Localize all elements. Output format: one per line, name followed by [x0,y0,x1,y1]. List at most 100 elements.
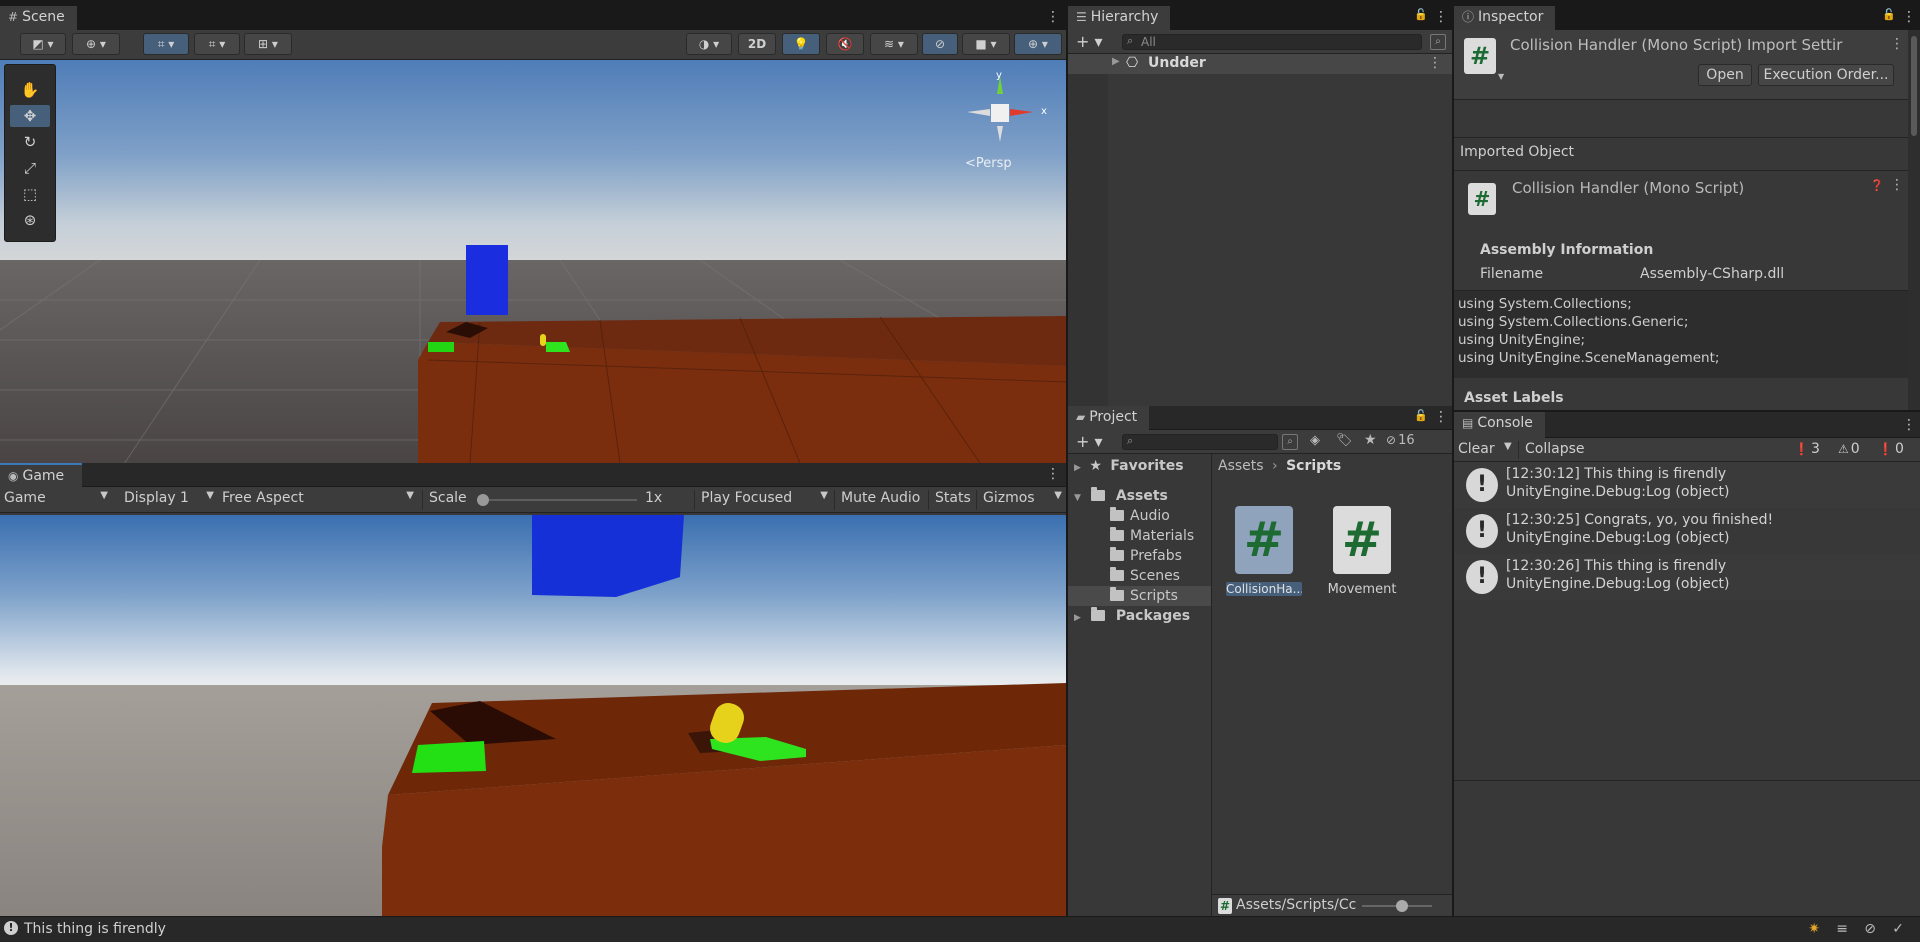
audio-toggle-button[interactable]: 🔇 [826,33,864,55]
project-add-button[interactable]: + ▾ [1076,432,1108,451]
chevron-right-icon[interactable]: ▶ [1074,613,1081,623]
console-entry[interactable]: ! [12:30:25] Congrats, yo, you finished!… [1454,508,1920,554]
console-detail-divider[interactable] [1454,780,1920,781]
console-entry[interactable]: ! [12:30:26] This thing is firendly Unit… [1454,554,1920,600]
chevron-down-icon[interactable]: ▼ [1074,493,1081,503]
error-count-toggle[interactable]: ❗ 0 [1878,441,1918,459]
clear-button[interactable]: Clear ▼ [1458,441,1512,459]
tab-hierarchy[interactable]: ☰ Hierarchy [1068,6,1171,30]
mute-audio-button[interactable]: Mute Audio [834,490,926,510]
lock-icon[interactable]: 🔓 [1414,8,1428,24]
warning-count-toggle[interactable]: ⚠ 0 [1838,441,1878,459]
toggle-2d-button[interactable]: 2D [738,33,776,55]
open-button[interactable]: Open [1698,64,1752,86]
scrollbar-thumb[interactable] [1911,36,1917,136]
stats-button[interactable]: Stats [928,490,978,510]
asset-labels-header[interactable]: Asset Labels [1464,390,1564,406]
scale-tool-button[interactable]: ⤢ [10,157,50,179]
breadcrumb-scripts[interactable]: Scripts [1286,458,1341,474]
scene-row-menu-icon[interactable]: ⋮ [1428,55,1442,71]
effects-button[interactable]: ≋ ▾ [870,33,918,55]
tab-console[interactable]: ▤ Console [1454,412,1545,438]
chevron-down-icon[interactable]: ▼ [1498,72,1504,81]
lighting-toggle-button[interactable]: 💡 [782,33,820,55]
increment-snap-button[interactable]: ⊞ ▾ [244,33,292,55]
move-tool-button[interactable]: ✥ [10,105,50,127]
scale-slider[interactable] [477,494,637,506]
hand-tool-button[interactable]: ✋ [10,79,50,101]
log-count-toggle[interactable]: ❗ 3 [1794,441,1834,459]
grid-snap-button[interactable]: ⌗ ▾ [143,33,189,55]
aspect-dropdown[interactable]: Free Aspect ▼ [222,490,416,510]
project-file-collisionhandler[interactable]: # CollisionHa... [1226,500,1302,604]
tree-item-scripts[interactable]: Scripts [1068,586,1211,606]
project-search-input[interactable]: ⌕ [1122,434,1278,450]
chevron-right-icon[interactable]: ▶ [1112,56,1120,67]
hierarchy-menu-button[interactable]: ⋮ [1434,8,1448,26]
tree-item-favorites[interactable]: ▶ ★ Favorites [1068,456,1211,476]
imported-object-menu-icon[interactable]: ⋮ [1890,177,1904,193]
hidden-packages-icon[interactable]: ⊘ 16 [1386,433,1415,448]
tree-item-packages[interactable]: ▶ Packages [1068,606,1211,626]
hierarchy-scene-row[interactable]: ▶ ⎔ Undder ⋮ [1068,54,1452,74]
icon-size-slider-handle[interactable] [1396,900,1408,912]
persp-label[interactable]: <Persp [965,156,1012,171]
rect-tool-button[interactable]: ⬚ [10,183,50,205]
shading-mode-button[interactable]: ◑ ▾ [686,33,732,55]
scene-viewport[interactable]: ✋ ✥ ↻ ⤢ ⬚ ⊛ y x <Persp [0,60,1066,463]
game-viewport[interactable] [0,515,1066,916]
scale-slider-handle[interactable] [477,494,489,506]
execution-order-button[interactable]: Execution Order... [1758,64,1894,86]
scene-menu-button[interactable]: ⋮ [1046,8,1060,26]
tab-project[interactable]: ▰ Project [1068,406,1150,430]
tab-inspector[interactable]: ⓘ Inspector [1454,6,1556,30]
render-mode-button[interactable]: ⊕ ▾ [72,33,120,55]
game-menu-button[interactable]: ⋮ [1046,465,1060,483]
gizmos-button[interactable]: ⊕ ▾ [1014,33,1062,55]
project-file-movement[interactable]: # Movement [1324,500,1400,604]
gizmos-dropdown[interactable]: Gizmos ▼ [976,490,1064,510]
tree-item-audio[interactable]: Audio [1068,506,1211,526]
transform-tool-button[interactable]: ⊛ [10,209,50,231]
hierarchy-add-button[interactable]: + ▾ [1076,32,1108,51]
hierarchy-search-input[interactable]: ⌕ All [1122,34,1422,50]
console-menu-button[interactable]: ⋮ [1902,416,1916,434]
tree-item-prefabs[interactable]: Prefabs [1068,546,1211,566]
camera-settings-button[interactable]: ■ ▾ [962,33,1010,55]
visibility-toggle-button[interactable]: ⊘ [922,33,958,55]
search-options-icon[interactable]: ⌕ [1282,434,1298,450]
console-entry[interactable]: ! [12:30:12] This thing is firendly Unit… [1454,462,1920,508]
inspector-title-menu-icon[interactable]: ⋮ [1890,36,1904,52]
inspector-menu-button[interactable]: ⋮ [1902,8,1916,26]
tree-item-materials[interactable]: Materials [1068,526,1211,546]
tab-game[interactable]: ◉ Game [0,463,82,487]
debug-mode-icon[interactable]: ⊘ [1864,921,1876,937]
chevron-right-icon[interactable]: ▶ [1074,463,1081,473]
lock-icon[interactable]: 🔓 [1414,409,1428,425]
icon-size-slider[interactable] [1362,900,1432,912]
game-mode-dropdown[interactable]: Game ▼ [4,490,110,510]
cache-server-icon[interactable]: ≡ [1836,921,1848,937]
rotate-tool-button[interactable]: ↻ [10,131,50,153]
search-options-icon[interactable]: ⌕ [1430,34,1446,50]
lock-icon[interactable]: 🔓 [1882,8,1896,24]
status-message[interactable]: This thing is firendly [24,921,166,937]
inspector-scrollbar[interactable] [1908,30,1920,410]
code-preview[interactable]: using System.Collections; using System.C… [1454,290,1908,378]
snap-settings-button[interactable]: ⌗ ▾ [194,33,240,55]
tab-scene[interactable]: # Scene [0,6,77,30]
play-mode-dropdown[interactable]: Play Focused ▼ [694,490,830,510]
orientation-gizmo[interactable]: y x <Persp [955,70,1055,184]
collapse-button[interactable]: Collapse [1518,441,1588,459]
breadcrumb-assets[interactable]: Assets [1218,458,1264,474]
checkmark-icon[interactable]: ✓ [1892,921,1904,937]
help-icon[interactable]: ❓ [1870,179,1884,192]
project-menu-button[interactable]: ⋮ [1434,408,1448,426]
filter-label-icon[interactable]: 🏷 [1336,433,1353,448]
tree-item-assets[interactable]: ▼ Assets [1068,486,1211,506]
lighting-status-icon[interactable]: ✷ [1808,921,1820,937]
filter-type-icon[interactable]: ◈ [1310,433,1320,448]
display-dropdown[interactable]: Display 1 ▼ [124,490,216,510]
favorite-star-icon[interactable]: ★ [1364,432,1377,448]
draw-mode-button[interactable]: ◩ ▾ [20,33,66,55]
